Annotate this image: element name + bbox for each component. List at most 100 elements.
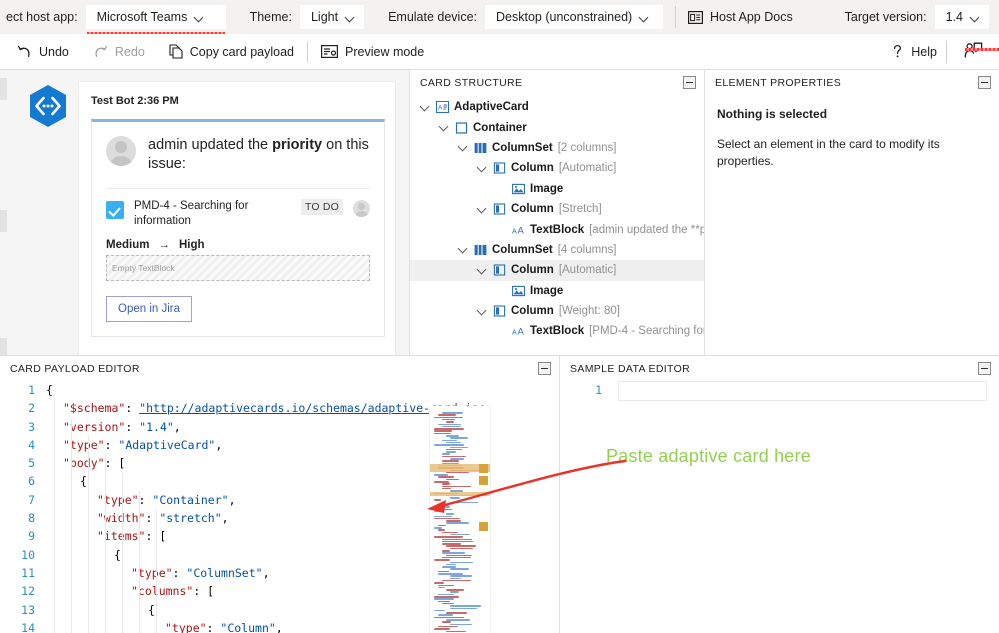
preview-mode-label: Preview mode — [345, 44, 425, 59]
indent-guide — [88, 435, 89, 633]
minimap-line — [438, 600, 451, 603]
minimap-marker[interactable] — [479, 522, 488, 531]
host-app-select[interactable]: Microsoft Teams — [85, 5, 226, 35]
chevron-down-icon[interactable] — [477, 163, 488, 174]
chevron-down-icon[interactable] — [458, 244, 469, 255]
collapse-panel-icon[interactable] — [538, 362, 551, 375]
edge-panel-handle[interactable] — [0, 78, 7, 100]
undo-button[interactable]: Undo — [8, 38, 78, 66]
payload-minimap[interactable] — [429, 406, 491, 633]
chat-message-bubble: Test Bot 2:36 PM admin updated the prior… — [78, 81, 396, 355]
card-structure-panel: CARD STRUCTURE A AdaptiveCard Container Col… — [410, 70, 705, 355]
code-token: { — [148, 602, 155, 617]
toolbar-divider — [307, 40, 309, 63]
user-avatar-icon — [106, 136, 136, 166]
minimap-line — [442, 621, 452, 623]
tree-node-columnset[interactable]: ColumnSet [2 columns] — [410, 138, 704, 158]
chevron-down-icon[interactable] — [477, 306, 488, 317]
chevron-down-icon[interactable] — [477, 204, 488, 215]
tree-node-column[interactable]: Column [Automatic] — [410, 260, 704, 281]
properties-heading: Nothing is selected — [717, 107, 828, 121]
host-app-docs-button[interactable]: Host App Docs — [688, 10, 793, 24]
minimap-line — [438, 614, 454, 616]
tree-node-label: ColumnSet — [492, 243, 553, 256]
tree-node-label: TextBlock — [530, 223, 585, 236]
minimap-marker[interactable] — [479, 476, 488, 485]
tree-node-columnset[interactable]: ColumnSet [4 columns] — [410, 240, 704, 260]
line-number: 9 — [28, 529, 35, 544]
tree-node-column[interactable]: Column [Weight: 80] — [410, 301, 704, 321]
tree-node-meta: [Automatic] — [558, 264, 617, 277]
indent-guide — [139, 490, 140, 633]
indent-guide — [71, 417, 72, 633]
tree-node-meta: [Automatic] — [558, 162, 617, 175]
main-area: Test Bot 2:36 PM admin updated the prior… — [0, 70, 999, 355]
chevron-down-icon[interactable] — [477, 265, 488, 276]
code-token: { — [114, 547, 121, 562]
card-headline-bold: priority — [272, 137, 323, 153]
minimap-line — [446, 471, 469, 474]
priority-change-row: Medium → High — [106, 239, 370, 251]
tree-node-column[interactable]: Column [Stretch] — [410, 199, 704, 219]
code-token: "type" — [131, 565, 173, 580]
collapse-panel-icon[interactable] — [683, 76, 696, 89]
chevron-down-icon[interactable] — [458, 142, 469, 153]
minimap-line — [450, 607, 477, 610]
code-token: "type" — [63, 437, 105, 452]
minimap-line — [442, 453, 451, 455]
chevron-down-icon[interactable] — [420, 102, 431, 113]
minimap-line — [446, 545, 476, 547]
emulate-device-select[interactable]: Desktop (unconstrained) — [485, 5, 664, 29]
card-structure-tree[interactable]: A AdaptiveCard Container ColumnSet [2 column… — [410, 95, 704, 342]
collapse-panel-icon[interactable] — [978, 76, 991, 89]
tree-node-textblock[interactable]: AA TextBlock [admin updated the **priority… — [410, 219, 704, 239]
minimap-line — [438, 586, 445, 589]
tree-node-container[interactable]: Container — [410, 117, 704, 137]
minimap-line — [442, 439, 457, 442]
minimap-marker[interactable] — [479, 464, 488, 473]
code-token: : — [104, 437, 119, 452]
code-token: , — [215, 437, 223, 452]
code-token: "Column" — [220, 620, 276, 633]
svg-text:A: A — [512, 330, 517, 337]
card-payload-code-area[interactable]: 123456789101112131415 {"$schema": "http:… — [0, 381, 559, 633]
edge-panel-handle[interactable] — [0, 338, 7, 355]
code-line[interactable]: { — [46, 381, 559, 399]
chevron-down-icon[interactable] — [439, 122, 450, 133]
minimap-line — [450, 501, 478, 504]
checked-box-icon[interactable] — [106, 200, 124, 219]
edge-panel-handle[interactable] — [0, 210, 7, 232]
empty-textblock-placeholder[interactable]: Empty TextBlock — [106, 254, 370, 281]
card-issue-row: PMD-4 - Searching for information TO DO — [106, 198, 370, 230]
tree-node-column[interactable]: Column [Automatic] — [410, 158, 704, 178]
code-token: : [ — [104, 456, 126, 471]
tree-node-label: Container — [473, 121, 527, 134]
help-button[interactable]: Help — [882, 38, 946, 66]
code-token: "Container" — [152, 492, 229, 507]
minimap-line — [442, 531, 458, 534]
tree-node-label: ColumnSet — [492, 141, 553, 154]
feedback-button[interactable] — [956, 42, 999, 62]
sample-data-vertical-scrollbar[interactable] — [989, 381, 999, 633]
column-icon — [493, 305, 506, 317]
line-number: 4 — [28, 437, 35, 452]
copy-card-payload-button[interactable]: Copy card payload — [160, 38, 303, 66]
redo-button[interactable]: Redo — [84, 38, 154, 66]
minimap-line — [450, 605, 481, 607]
tree-node-image[interactable]: Image — [410, 179, 704, 199]
sample-data-input[interactable] — [618, 381, 987, 401]
preview-mode-button[interactable]: Preview mode — [312, 38, 433, 66]
tree-node-adaptivecard[interactable]: A AdaptiveCard — [410, 97, 704, 117]
open-in-jira-button[interactable]: Open in Jira — [106, 295, 193, 322]
theme-select[interactable]: Light — [299, 5, 365, 29]
tree-node-textblock[interactable]: AA TextBlock [PMD-4 - Searching for inform… — [410, 321, 704, 341]
minimap-line — [434, 582, 445, 584]
target-version-select[interactable]: 1.4 — [934, 5, 989, 29]
minimap-line — [442, 579, 472, 582]
collapse-panel-icon[interactable] — [978, 362, 991, 375]
minimap-line — [434, 536, 464, 538]
minimap-line — [450, 497, 461, 499]
tree-node-image[interactable]: Image — [410, 281, 704, 301]
payload-vertical-scrollbar[interactable] — [549, 406, 559, 633]
